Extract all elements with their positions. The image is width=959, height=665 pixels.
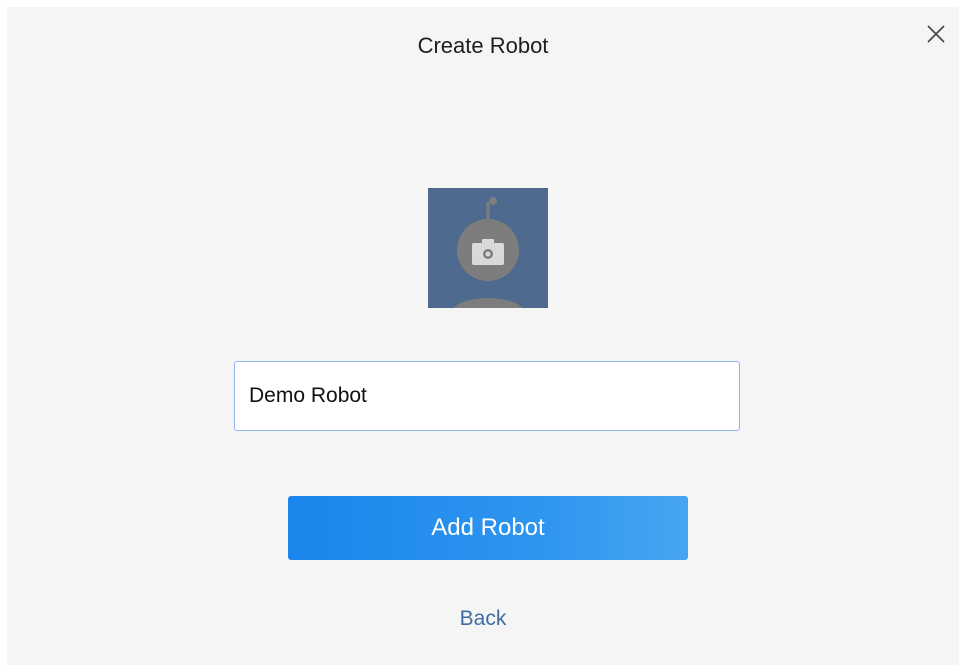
robot-avatar-upload[interactable]: [428, 188, 548, 326]
close-icon: [927, 25, 945, 43]
close-button[interactable]: [925, 23, 947, 45]
robot-avatar-camera-icon: [428, 188, 548, 326]
back-link[interactable]: Back: [7, 607, 959, 631]
robot-name-input[interactable]: [234, 361, 740, 431]
dialog-title: Create Robot: [417, 33, 549, 58]
create-robot-dialog: Create Robot Add Robot Back: [7, 7, 959, 665]
add-robot-button[interactable]: Add Robot: [288, 496, 688, 560]
